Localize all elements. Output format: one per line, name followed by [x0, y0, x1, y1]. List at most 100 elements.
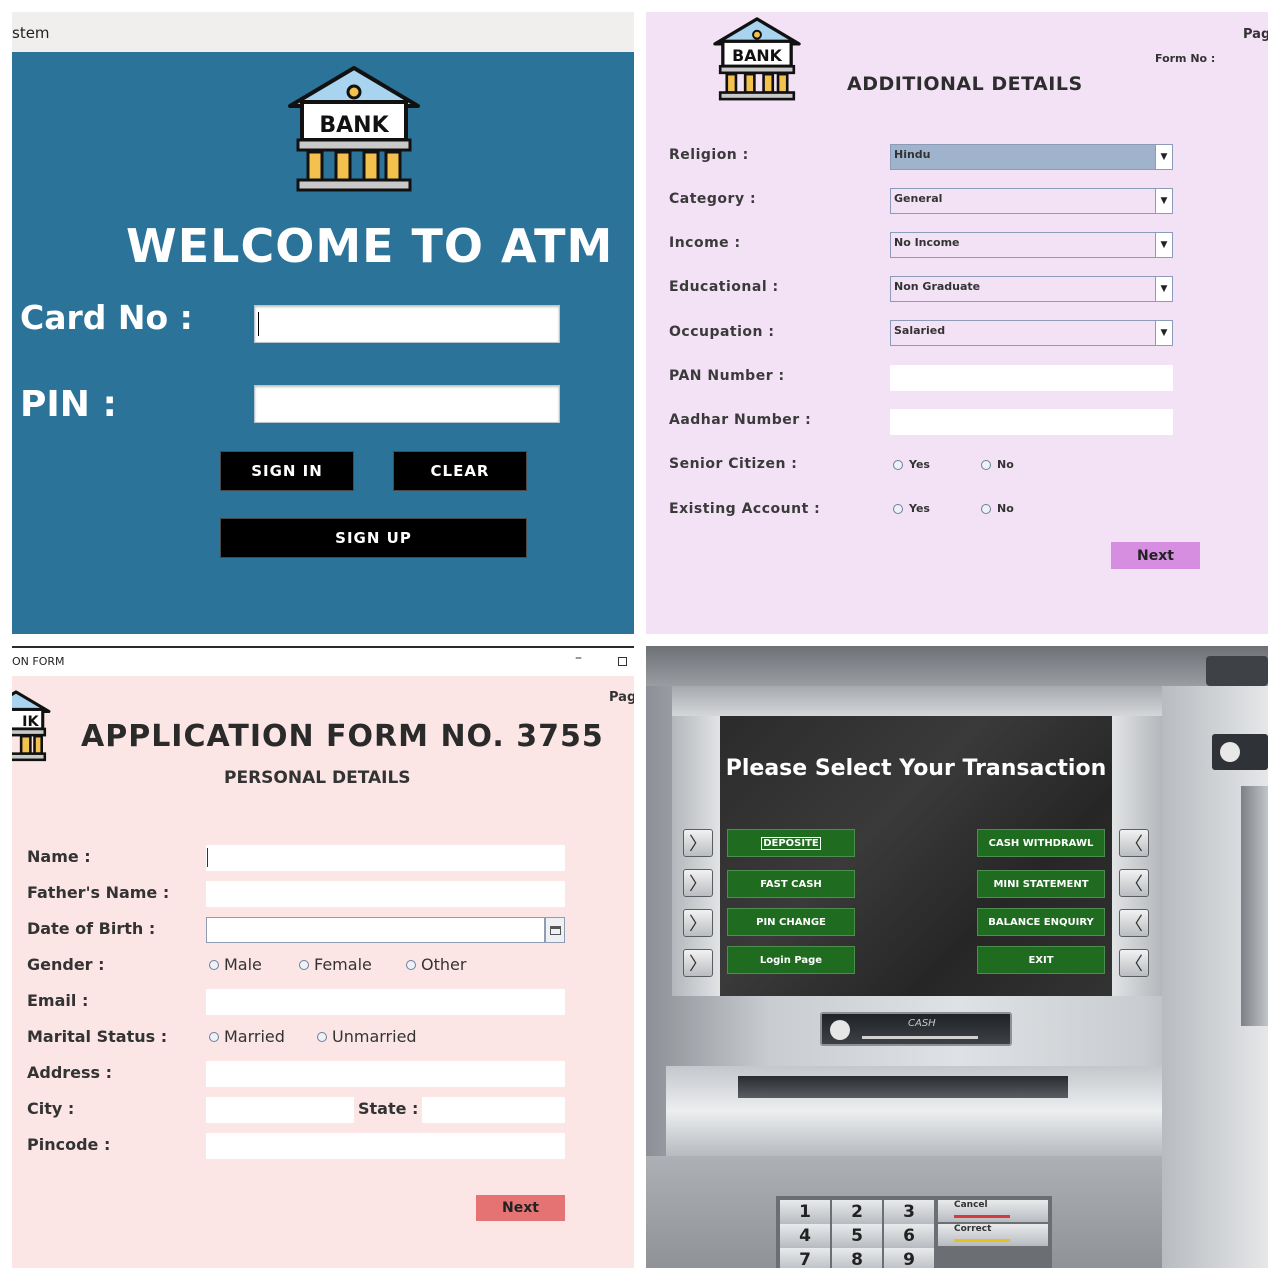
card-reader [1212, 734, 1268, 770]
chevron-down-icon[interactable]: ▼ [1155, 189, 1172, 213]
married-radio[interactable]: Married [209, 1027, 285, 1046]
radio-icon[interactable] [981, 503, 991, 514]
title-bar: stem [12, 12, 634, 52]
unmarried-radio[interactable]: Unmarried [317, 1027, 417, 1046]
radio-icon[interactable] [299, 959, 309, 970]
logo-text: BANK [319, 113, 389, 138]
radio-label: Yes [909, 458, 930, 471]
exit-button[interactable]: EXIT [977, 946, 1105, 974]
occupation-value: Salaried [894, 324, 946, 337]
form-no-label: Form No : [1155, 52, 1216, 65]
radio-icon[interactable] [209, 1031, 219, 1042]
maximize-icon[interactable] [618, 657, 627, 666]
login-page-button[interactable]: Login Page [727, 946, 855, 974]
side-key-left-1[interactable]: 〉 [683, 829, 713, 857]
gender-female-radio[interactable]: Female [299, 955, 372, 974]
pincode-input[interactable] [206, 1133, 565, 1159]
city-input[interactable] [206, 1097, 354, 1123]
calendar-icon[interactable] [545, 917, 565, 943]
category-select[interactable]: General ▼ [890, 188, 1173, 214]
category-value: General [894, 192, 943, 205]
radio-label: Married [224, 1027, 285, 1046]
pin-change-button[interactable]: PIN CHANGE [727, 908, 855, 936]
education-label: Educational : [669, 279, 779, 295]
card-slot-opening [862, 1036, 978, 1039]
radio-icon[interactable] [893, 503, 903, 514]
title-bar: ON FORM – [12, 646, 634, 676]
key-4[interactable]: 4 [780, 1224, 830, 1248]
gender-other-radio[interactable]: Other [406, 955, 466, 974]
cash-withdrawal-button[interactable]: CASH WITHDRAWL [977, 829, 1105, 857]
card-no-input[interactable] [254, 305, 560, 343]
correct-key[interactable]: Correct [938, 1224, 1048, 1246]
education-select[interactable]: Non Graduate ▼ [890, 276, 1173, 302]
occupation-label: Occupation : [669, 324, 775, 340]
aadhar-input[interactable] [890, 409, 1173, 435]
chevron-down-icon[interactable]: ▼ [1155, 233, 1172, 257]
side-key-right-3[interactable]: 〈 [1119, 909, 1149, 937]
religion-value: Hindu [891, 145, 1155, 169]
deposit-button[interactable]: DEPOSITE [727, 829, 855, 857]
page-label: Pag [609, 690, 634, 705]
minimize-icon[interactable]: – [575, 650, 582, 666]
chevron-down-icon[interactable]: ▼ [1155, 145, 1172, 169]
radio-icon[interactable] [981, 459, 991, 470]
father-name-input[interactable] [206, 881, 565, 907]
income-label: Income : [669, 235, 741, 251]
fast-cash-button[interactable]: FAST CASH [727, 870, 855, 898]
key-1[interactable]: 1 [780, 1200, 830, 1224]
side-key-left-4[interactable]: 〉 [683, 949, 713, 977]
name-input[interactable] [206, 845, 565, 871]
existing-no-radio[interactable]: No [981, 502, 1014, 515]
key-3[interactable]: 3 [884, 1200, 934, 1224]
occupation-select[interactable]: Salaried ▼ [890, 320, 1173, 346]
email-label: Email : [27, 991, 89, 1010]
clear-button[interactable]: CLEAR [393, 451, 527, 491]
radio-icon[interactable] [406, 959, 416, 970]
sign-up-button[interactable]: SIGN UP [220, 518, 527, 558]
atm-transaction-window: Please Select Your Transaction 〉 〉 〉 〉 〈… [646, 646, 1268, 1268]
side-key-left-3[interactable]: 〉 [683, 909, 713, 937]
pin-input[interactable] [254, 385, 560, 423]
education-value: Non Graduate [894, 280, 981, 293]
name-label: Name : [27, 847, 91, 866]
side-key-right-4[interactable]: 〈 [1119, 949, 1149, 977]
radio-icon[interactable] [893, 459, 903, 470]
side-key-left-2[interactable]: 〉 [683, 869, 713, 897]
radio-icon[interactable] [209, 959, 219, 970]
key-5[interactable]: 5 [832, 1224, 882, 1248]
religion-select[interactable]: Hindu ▼ [890, 144, 1173, 170]
radio-label: Yes [909, 502, 930, 515]
atm-top-housing [646, 646, 1268, 686]
side-key-right-1[interactable]: 〈 [1119, 829, 1149, 857]
key-2[interactable]: 2 [832, 1200, 882, 1224]
side-key-right-2[interactable]: 〈 [1119, 869, 1149, 897]
dob-input[interactable] [206, 917, 545, 943]
pan-input[interactable] [890, 365, 1173, 391]
senior-yes-radio[interactable]: Yes [893, 458, 930, 471]
chevron-down-icon[interactable]: ▼ [1155, 321, 1172, 345]
key-6[interactable]: 6 [884, 1224, 934, 1248]
senior-no-radio[interactable]: No [981, 458, 1014, 471]
cancel-key[interactable]: Cancel [938, 1200, 1048, 1222]
address-input[interactable] [206, 1061, 565, 1087]
next-button[interactable]: Next [1111, 542, 1200, 569]
income-select[interactable]: No Income ▼ [890, 232, 1173, 258]
key-8[interactable]: 8 [832, 1248, 882, 1268]
mini-statement-button[interactable]: MINI STATEMENT [977, 870, 1105, 898]
window-title: stem [12, 24, 50, 42]
email-input[interactable] [206, 989, 565, 1015]
income-value: No Income [894, 236, 960, 249]
chevron-down-icon[interactable]: ▼ [1155, 277, 1172, 301]
next-button[interactable]: Next [476, 1195, 565, 1221]
balance-enquiry-button[interactable]: BALANCE ENQUIRY [977, 908, 1105, 936]
key-7[interactable]: 7 [780, 1248, 830, 1268]
gender-male-radio[interactable]: Male [209, 955, 262, 974]
correct-key-stripe [954, 1239, 1010, 1242]
radio-icon[interactable] [317, 1031, 327, 1042]
key-9[interactable]: 9 [884, 1248, 934, 1268]
state-input[interactable] [422, 1097, 565, 1123]
existing-yes-radio[interactable]: Yes [893, 502, 930, 515]
sign-in-button[interactable]: SIGN IN [220, 451, 354, 491]
state-label: State : [358, 1099, 419, 1118]
